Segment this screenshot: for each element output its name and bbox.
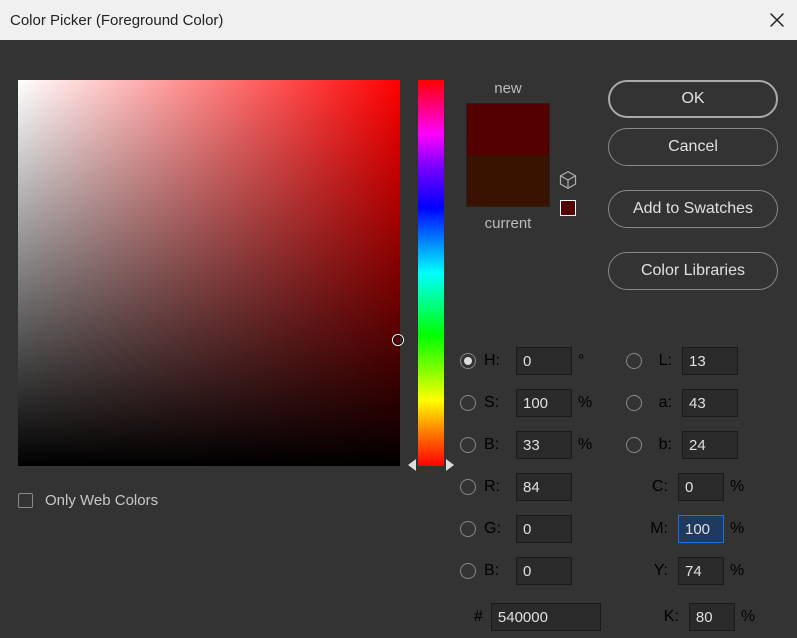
k-unit: % [741,608,759,626]
c-unit: % [730,478,748,496]
color-libraries-button[interactable]: Color Libraries [608,252,778,290]
m-label: M: [626,520,668,538]
hex-input[interactable] [491,603,601,631]
s-unit: % [578,394,596,412]
bv-unit: % [578,436,596,454]
s-label: S: [484,394,508,412]
lab-b-label: b: [650,436,672,454]
window-title: Color Picker (Foreground Color) [10,12,223,29]
hue-strip[interactable] [418,80,444,466]
h-radio[interactable] [460,353,476,369]
only-web-colors-checkbox[interactable] [18,493,33,508]
g-radio[interactable] [460,521,476,537]
l-label: L: [650,352,672,370]
bv-radio[interactable] [460,437,476,453]
y-label: Y: [626,562,668,580]
rgb-b-label: B: [484,562,508,580]
r-input[interactable] [516,473,572,501]
current-label: current [485,215,532,232]
only-web-colors-label: Only Web Colors [45,492,158,509]
r-label: R: [484,478,508,496]
current-color-swatch[interactable] [467,155,549,206]
g-input[interactable] [516,515,572,543]
bv-input[interactable] [516,431,572,459]
a-label: a: [650,394,672,412]
h-input[interactable] [516,347,572,375]
bv-label: B: [484,436,508,454]
saturation-value-field[interactable] [18,80,400,466]
rgb-b-input[interactable] [516,557,572,585]
a-input[interactable] [682,389,738,417]
s-radio[interactable] [460,395,476,411]
y-unit: % [730,562,748,580]
s-input[interactable] [516,389,572,417]
h-unit: ° [578,352,596,370]
c-input[interactable] [678,473,724,501]
r-radio[interactable] [460,479,476,495]
m-input[interactable] [678,515,724,543]
m-unit: % [730,520,748,538]
titlebar: Color Picker (Foreground Color) [0,0,797,40]
k-input[interactable] [689,603,735,631]
h-label: H: [484,352,508,370]
y-input[interactable] [678,557,724,585]
add-to-swatches-button[interactable]: Add to Swatches [608,190,778,228]
sv-cursor [392,334,404,346]
color-preview [466,103,550,207]
close-button[interactable] [767,10,787,30]
l-input[interactable] [682,347,738,375]
rgb-b-radio[interactable] [460,563,476,579]
g-label: G: [484,520,508,538]
lab-b-radio[interactable] [626,437,642,453]
lab-b-input[interactable] [682,431,738,459]
new-color-swatch [467,104,549,155]
hex-hash: # [474,608,483,626]
c-label: C: [626,478,668,496]
l-radio[interactable] [626,353,642,369]
a-radio[interactable] [626,395,642,411]
cancel-button[interactable]: Cancel [608,128,778,166]
k-label: K: [637,608,679,626]
web-safe-swatch[interactable] [560,200,576,216]
gamut-warning-icon[interactable] [558,170,578,190]
close-icon [769,12,785,28]
new-label: new [494,80,522,97]
ok-button[interactable]: OK [608,80,778,118]
